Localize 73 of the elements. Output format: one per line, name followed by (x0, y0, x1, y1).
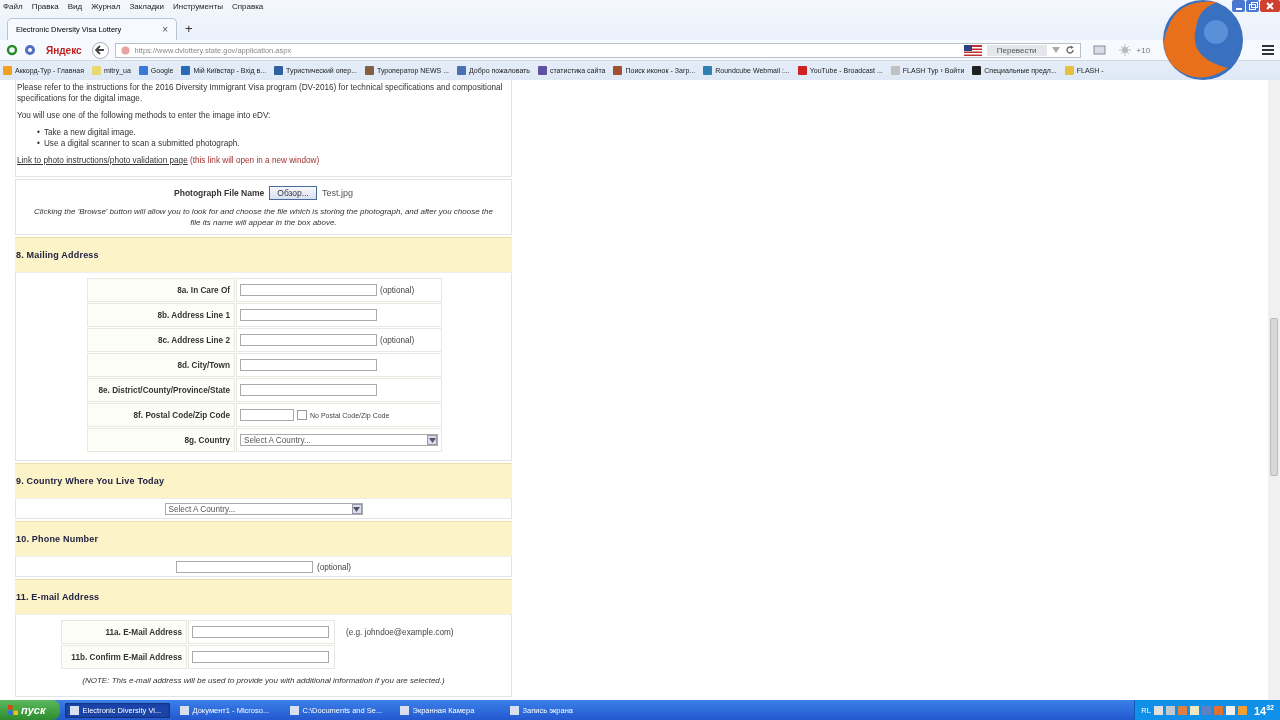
field-label: 8a. In Care Of (87, 278, 235, 302)
bullet: • (37, 127, 40, 138)
flag-icon (963, 44, 982, 56)
dropdown-arrow-icon (427, 435, 437, 445)
postal-code-field[interactable] (240, 409, 294, 421)
menu-icon (1262, 45, 1274, 55)
new-tab-button[interactable]: + (185, 21, 193, 36)
method-item: Use a digital scanner to scan a submitted photograph. (43, 138, 240, 149)
minimize-button[interactable] (1232, 0, 1245, 12)
sun-icon[interactable] (1118, 44, 1131, 56)
menu-item[interactable]: Правка (31, 1, 59, 11)
phone-field[interactable] (175, 561, 313, 573)
section-header: 11. E-mail Address (15, 579, 512, 614)
text-field[interactable] (240, 359, 377, 371)
section-header: 10. Phone Number (15, 521, 512, 556)
field-label: 8f. Postal Code/Zip Code (87, 403, 235, 427)
note-text: (NOTE: This e-mail address will be used to provide you with additional information if you are selected.) (81, 675, 446, 686)
minimize-icon (1235, 7, 1242, 10)
reload-icon[interactable] (1064, 45, 1075, 55)
text-field[interactable] (240, 334, 377, 346)
method-item: Take a new digital image. (43, 127, 136, 138)
help-text: Clicking the 'Browse' button will allow you to look for and choose the file which is storing the photograph, and after you choose the file its name will appear in the box above. (33, 206, 494, 228)
field-label: 8c. Address Line 2 (87, 328, 235, 352)
field-hint: (optional) (316, 562, 352, 572)
back-arrow-icon (95, 45, 106, 55)
field-label: 11a. E-Mail Address (61, 620, 187, 644)
text-field[interactable] (192, 651, 329, 663)
photo-instructions-link[interactable]: Link to photo instructions/photo validation page (17, 156, 188, 165)
country-select[interactable]: Select A Country... (164, 503, 363, 515)
text-field[interactable] (240, 384, 377, 396)
menu-item[interactable]: Справка (231, 1, 264, 11)
file-name: Test.jpg (321, 188, 353, 198)
dropdown-icon[interactable] (1051, 47, 1060, 53)
yandex-logo[interactable]: Яндекс (46, 44, 82, 56)
back-button[interactable] (91, 41, 109, 59)
field-label: Photograph File Name (174, 188, 265, 198)
menu-item[interactable]: Закладки (129, 1, 164, 11)
field-hint: (optional) (380, 335, 415, 345)
instructions-text: Please refer to the instructions for the 2016 Diversity Immigrant Visa program (DV-2016) for technical specifications and compositional specifications for the digital image. (17, 82, 504, 104)
field-label: 8b. Address Line 1 (87, 303, 235, 327)
scrollbar-thumb[interactable] (1270, 318, 1278, 476)
section-header: 8. Mailing Address (15, 237, 512, 272)
field-label: 8e. District/County/Province/State (87, 378, 235, 402)
dropdown-arrow-icon (351, 504, 362, 514)
text-field[interactable] (192, 626, 329, 638)
translate-button[interactable]: Перевести (986, 44, 1047, 56)
field-hint: (optional) (380, 285, 415, 295)
restore-icon (1247, 1, 1258, 11)
field-label: 11b. Confirm E-Mail Address (61, 645, 187, 669)
text-field[interactable] (240, 309, 377, 321)
scrollbar[interactable] (1268, 80, 1280, 700)
field-label: 8d. City/Town (87, 353, 235, 377)
close-icon (1265, 1, 1275, 11)
checkbox[interactable] (297, 410, 307, 420)
text-field[interactable] (240, 284, 377, 296)
menu-item[interactable]: Журнал (91, 1, 121, 11)
methods-text: You will use one of the following methods to enter the image into eDV: (17, 110, 272, 121)
temperature: +10 (1136, 45, 1151, 55)
restore-button[interactable] (1246, 0, 1259, 12)
field-hint: (e.g. johndoe@example.com) (346, 627, 454, 637)
bullet: • (37, 138, 40, 149)
link-note: (this link will open in a new window) (190, 156, 320, 165)
close-button[interactable] (1260, 0, 1280, 12)
country-select[interactable]: Select A Country... (240, 434, 438, 446)
field-label: 8g. Country (87, 428, 235, 452)
close-tab-button[interactable]: × (162, 24, 168, 35)
section-header: 9. Country Where You Live Today (15, 463, 512, 498)
browse-button[interactable]: Обзор... (269, 186, 317, 200)
menu-item[interactable]: Вид (67, 1, 83, 11)
windows-logo-icon (8, 705, 18, 715)
clock: 14$^{32}$ (1253, 703, 1274, 717)
menu-item[interactable]: Файл (3, 1, 23, 11)
menu-item[interactable]: Инструменты (173, 1, 223, 11)
